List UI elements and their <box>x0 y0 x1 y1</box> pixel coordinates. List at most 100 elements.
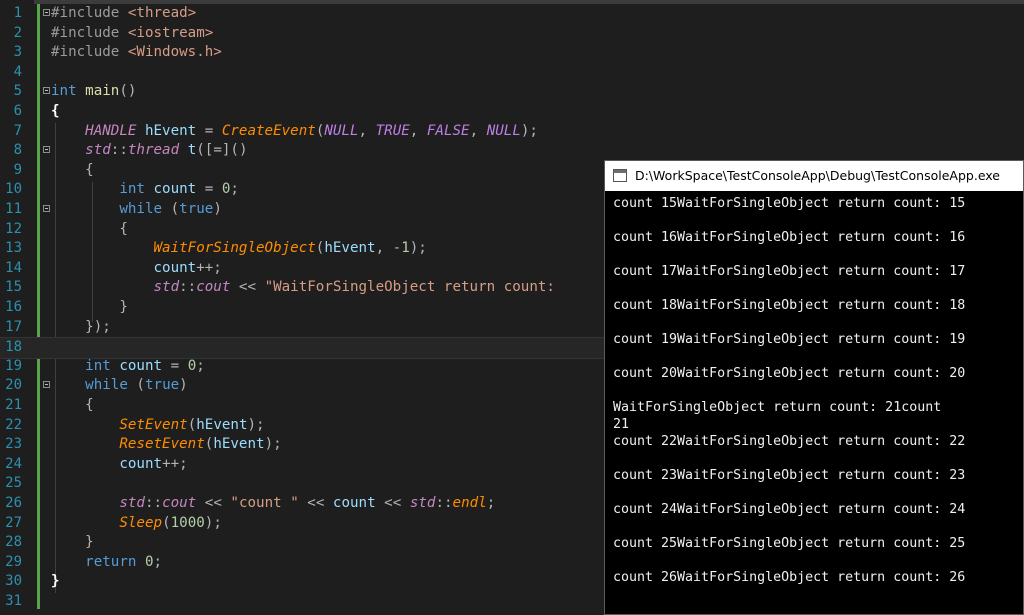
code-token: #include <box>51 5 128 21</box>
code-token: "WaitForSingleObject return count: <box>264 279 564 296</box>
code-text: #include <iostream> <box>51 24 213 44</box>
line-number: 18 <box>5 339 22 356</box>
code-line[interactable]: 6{ <box>0 102 1024 122</box>
code-text: while (true) <box>51 200 222 220</box>
code-token: main <box>85 83 120 100</box>
line-number: 20 <box>5 377 22 394</box>
collapse-toggle-icon[interactable] <box>43 87 50 95</box>
line-number: 26 <box>5 495 22 511</box>
code-token: ) <box>179 377 188 394</box>
code-line[interactable]: 1 #include <thread> <box>0 4 1024 24</box>
line-number: 24 <box>5 455 22 472</box>
code-token: ; <box>486 495 496 511</box>
code-token: , <box>469 122 487 139</box>
line-number: 21 <box>5 397 22 413</box>
collapse-toggle-icon[interactable] <box>43 205 50 212</box>
code-token: <Windows.h> <box>127 44 222 61</box>
code-token: hEvent <box>213 436 265 453</box>
console-line: count 17WaitForSingleObject return count… <box>613 264 966 279</box>
code-token: HANDLE <box>85 122 137 139</box>
line-number: 25 <box>5 475 22 492</box>
line-number: 29 <box>5 553 22 570</box>
collapse-toggle-icon[interactable] <box>43 146 50 154</box>
code-token: }); <box>85 318 111 335</box>
line-number: 14 <box>5 259 22 276</box>
code-text: }); <box>51 318 111 338</box>
code-token: while <box>85 377 128 394</box>
code-token: count <box>119 357 163 374</box>
code-token: CreateEvent <box>221 122 316 139</box>
code-text: } <box>51 298 128 318</box>
code-text: } <box>51 533 94 553</box>
code-text: std::cout << "count " << count << std::e… <box>51 494 495 514</box>
code-line[interactable]: 8 std::thread t([=]() <box>0 141 1024 161</box>
console-title-bar[interactable]: D:\WorkSpace\TestConsoleApp\Debug\TestCo… <box>605 161 1023 191</box>
code-token: :: <box>179 279 197 296</box>
code-token: :: <box>110 142 128 159</box>
code-token: true <box>179 201 214 217</box>
line-number: 2 <box>13 24 22 41</box>
line-number: 8 <box>13 142 22 159</box>
line-number: 4 <box>13 63 22 80</box>
collapse-toggle-icon[interactable] <box>43 381 50 389</box>
code-token: :: <box>435 495 453 511</box>
code-token: = <box>196 181 222 198</box>
console-window[interactable]: D:\WorkSpace\TestConsoleApp\Debug\TestCo… <box>604 160 1024 615</box>
code-token: ( <box>162 514 171 531</box>
code-line[interactable]: 4 <box>0 63 1024 83</box>
code-text: HANDLE hEvent = CreateEvent(NULL, TRUE, … <box>51 122 538 142</box>
console-line: count 26WaitForSingleObject return count… <box>613 570 966 585</box>
code-token: endl <box>452 495 487 511</box>
collapse-toggle-icon[interactable] <box>43 9 50 16</box>
code-token: ([=]() <box>196 142 248 159</box>
console-line: WaitForSingleObject return count: 21coun… <box>613 400 942 415</box>
line-number: 30 <box>5 573 22 590</box>
code-line[interactable]: 2 #include <iostream> <box>0 24 1024 44</box>
code-token: { <box>119 220 128 237</box>
console-output: count 15WaitForSingleObject return count… <box>613 191 1018 611</box>
line-number: 9 <box>13 161 22 178</box>
code-token: :: <box>144 495 163 511</box>
code-token: #include <box>51 44 128 61</box>
code-token: TRUE <box>375 122 410 139</box>
code-text: WaitForSingleObject(hEvent, -1); <box>51 239 427 259</box>
code-line[interactable]: 7 HANDLE hEvent = CreateEvent(NULL, TRUE… <box>0 122 1024 142</box>
code-token: count <box>153 181 197 198</box>
code-token: , - <box>375 240 402 257</box>
code-line[interactable]: 3 #include <Windows.h> <box>0 43 1024 63</box>
code-text: { <box>51 220 128 240</box>
code-token: ; <box>196 357 205 374</box>
code-token: } <box>51 573 60 590</box>
code-token: , <box>409 122 427 139</box>
console-line: 21 <box>613 417 630 432</box>
code-token: = <box>196 122 222 139</box>
code-token: count <box>332 495 376 511</box>
line-number: 3 <box>13 44 22 61</box>
code-token: return <box>85 553 137 570</box>
code-token: 1 <box>401 240 410 257</box>
line-number: 12 <box>5 220 22 237</box>
code-token: <thread> <box>127 5 197 21</box>
code-token: ); <box>247 416 265 433</box>
code-token: } <box>85 534 94 551</box>
code-token: << <box>196 495 231 511</box>
code-text: ResetEvent(hEvent); <box>51 435 281 455</box>
code-token: int <box>119 181 145 198</box>
code-token: << <box>375 495 410 511</box>
line-number: 23 <box>5 436 22 453</box>
code-line[interactable]: 5 int main() <box>0 82 1024 102</box>
code-token: ( <box>162 201 180 217</box>
code-token: ++; <box>196 259 222 276</box>
